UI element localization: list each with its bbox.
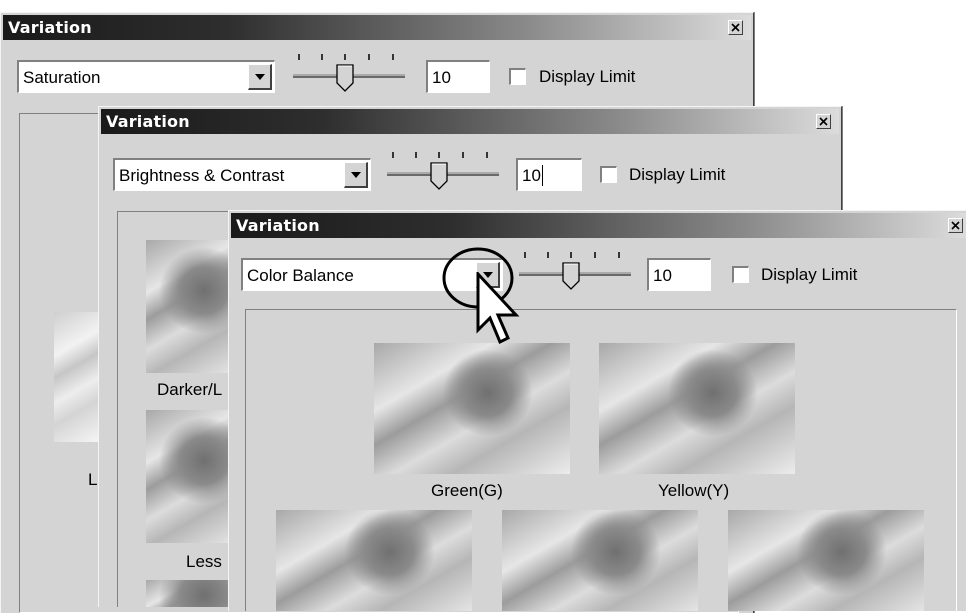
thumbnail-caption: L xyxy=(88,470,98,489)
variation-amount-slider[interactable] xyxy=(289,51,409,99)
window-title: Variation xyxy=(106,112,190,131)
preview-thumbnail-yellow[interactable] xyxy=(599,343,795,474)
variation-type-dropdown[interactable]: Saturation xyxy=(17,60,275,93)
preview-thumbnail[interactable] xyxy=(502,510,698,611)
preview-thumbnail-green[interactable] xyxy=(374,343,570,474)
display-limit-label: Display Limit xyxy=(539,67,636,86)
display-limit-checkbox[interactable] xyxy=(600,166,617,183)
text-caret xyxy=(542,165,543,186)
dropdown-value: Brightness & Contrast xyxy=(119,166,285,185)
window-title: Variation xyxy=(236,216,320,235)
title-bar[interactable]: Variation xyxy=(3,15,751,40)
dropdown-button[interactable] xyxy=(344,162,368,188)
display-limit-label: Display Limit xyxy=(761,265,858,284)
variation-amount-input[interactable]: 10 xyxy=(647,258,711,291)
pointer-cursor-icon xyxy=(476,272,520,345)
close-icon xyxy=(731,23,740,32)
preview-thumbnail[interactable] xyxy=(276,510,472,611)
close-button[interactable] xyxy=(816,114,831,129)
thumbnail-caption-yellow: Yellow(Y) xyxy=(658,481,730,500)
display-limit-checkbox[interactable] xyxy=(732,266,749,283)
thumbnail-caption: Less xyxy=(186,552,222,571)
close-icon xyxy=(951,221,960,230)
close-button[interactable] xyxy=(948,218,963,233)
thumbnail-caption: Darker/L xyxy=(157,380,223,399)
thumbnail-caption-green: Green(G) xyxy=(431,481,503,500)
variation-amount-input[interactable]: 10 xyxy=(516,158,582,191)
chevron-down-icon xyxy=(254,73,265,80)
preview-panel: Green(G) Yellow(Y) xyxy=(245,309,957,611)
display-limit-label: Display Limit xyxy=(629,165,726,184)
amount-value: 10 xyxy=(653,266,672,285)
close-button[interactable] xyxy=(728,20,743,35)
variation-window-color-balance: Variation Color Balance 10 Display Limit… xyxy=(228,210,966,611)
display-limit-checkbox[interactable] xyxy=(509,68,526,85)
close-icon xyxy=(819,117,828,126)
dropdown-button[interactable] xyxy=(248,64,272,90)
preview-thumbnail[interactable] xyxy=(54,312,102,442)
variation-amount-slider[interactable] xyxy=(515,249,635,297)
title-bar[interactable]: Variation xyxy=(231,213,966,238)
variation-amount-input[interactable]: 10 xyxy=(426,60,490,93)
window-title: Variation xyxy=(8,18,92,37)
chevron-down-icon xyxy=(350,171,361,178)
amount-value: 10 xyxy=(432,68,451,87)
amount-value: 10 xyxy=(522,166,541,185)
dropdown-value: Color Balance xyxy=(247,266,354,285)
variation-type-dropdown[interactable]: Brightness & Contrast xyxy=(113,158,371,191)
preview-thumbnail[interactable] xyxy=(728,510,924,611)
title-bar[interactable]: Variation xyxy=(101,109,839,134)
variation-amount-slider[interactable] xyxy=(383,149,503,197)
dropdown-value: Saturation xyxy=(23,68,101,87)
